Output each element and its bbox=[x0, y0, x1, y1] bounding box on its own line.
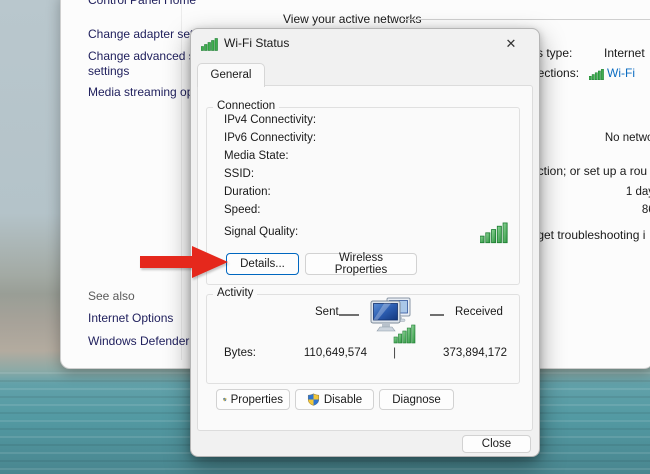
row-label: Media State: bbox=[224, 150, 289, 162]
disable-button-label: Disable bbox=[324, 394, 362, 406]
active-networks-heading: View your active networks bbox=[283, 12, 422, 26]
access-type-value: Internet bbox=[604, 46, 645, 60]
row-label: IPv4 Connectivity: bbox=[224, 114, 316, 126]
wifi-status-dialog: Wi-Fi Status ✕ General Connection IPv4 C… bbox=[190, 28, 540, 457]
screenshot-stage: Control Panel Home Change adapter sett C… bbox=[0, 0, 650, 474]
tab-general[interactable]: General bbox=[197, 63, 265, 87]
close-icon[interactable]: ✕ bbox=[501, 35, 521, 53]
nav-change-adapter-settings[interactable]: Change adapter sett bbox=[88, 27, 197, 41]
row-speed: Speed: 866.7 Mbps bbox=[224, 204, 650, 220]
see-also-heading: See also bbox=[88, 289, 135, 303]
row-value: 866.7 Mbps bbox=[642, 204, 650, 216]
signal-quality-icon bbox=[480, 219, 508, 245]
row-label: Speed: bbox=[224, 204, 260, 216]
properties-button[interactable]: Properties bbox=[216, 389, 290, 410]
connection-group-label: Connection bbox=[213, 100, 279, 112]
bytes-received-value: 373,894,172 bbox=[407, 347, 507, 359]
tab-page: Connection IPv4 Connectivity: Internet I… bbox=[197, 85, 533, 431]
activity-group-label: Activity bbox=[213, 287, 257, 299]
disable-button[interactable]: Disable bbox=[295, 389, 374, 410]
diagnose-button[interactable]: Diagnose bbox=[379, 389, 454, 410]
received-dash bbox=[430, 314, 444, 316]
wireless-properties-button[interactable]: Wireless Properties bbox=[305, 253, 417, 275]
details-button[interactable]: Details... bbox=[226, 253, 299, 275]
wifi-signal-icon bbox=[589, 69, 604, 80]
received-label: Received bbox=[455, 306, 503, 318]
dialog-title: Wi-Fi Status bbox=[224, 36, 289, 50]
nav-media-streaming[interactable]: Media streaming op bbox=[88, 85, 193, 99]
row-ssid: SSID: NETNET bbox=[224, 168, 650, 184]
wifi-signal-icon bbox=[201, 38, 218, 51]
close-button[interactable]: Close bbox=[462, 435, 531, 453]
row-label: IPv6 Connectivity: bbox=[224, 132, 316, 144]
bytes-sent-value: 110,649,574 bbox=[267, 347, 367, 359]
row-value: No network access bbox=[605, 132, 650, 144]
uac-shield-icon bbox=[307, 393, 320, 406]
row-label: Duration: bbox=[224, 186, 271, 198]
pointer-arrow bbox=[140, 242, 235, 282]
wifi-connection-link[interactable]: Wi-Fi bbox=[607, 66, 635, 80]
row-label: SSID: bbox=[224, 168, 254, 180]
nav-change-advanced-sharing[interactable]: Change advanced sh bbox=[88, 49, 201, 63]
nav-change-advanced-sharing-line2[interactable]: settings bbox=[88, 64, 129, 78]
sent-dash bbox=[339, 314, 359, 316]
row-duration: Duration: 1 day 17:14:59 bbox=[224, 186, 650, 202]
row-ipv6: IPv6 Connectivity: No network access bbox=[224, 132, 650, 148]
row-value: 1 day 17:14:59 bbox=[626, 186, 650, 198]
nav-windows-defender-firewall[interactable]: Windows Defender F bbox=[88, 334, 200, 348]
row-label: Signal Quality: bbox=[224, 226, 298, 238]
uac-shield-icon bbox=[223, 393, 227, 406]
section-rule bbox=[404, 19, 650, 20]
nav-internet-options[interactable]: Internet Options bbox=[88, 311, 173, 325]
bytes-label: Bytes: bbox=[224, 347, 256, 359]
nav-control-panel-home[interactable]: Control Panel Home bbox=[88, 0, 196, 7]
network-computers-icon bbox=[370, 297, 416, 345]
properties-button-label: Properties bbox=[231, 394, 283, 406]
sent-label: Sent bbox=[315, 306, 339, 318]
bytes-separator: | bbox=[393, 345, 396, 359]
row-signal-quality: Signal Quality: bbox=[224, 226, 650, 242]
row-media-state: Media State: Enabled bbox=[224, 150, 650, 166]
row-ipv4: IPv4 Connectivity: Internet bbox=[224, 114, 650, 130]
